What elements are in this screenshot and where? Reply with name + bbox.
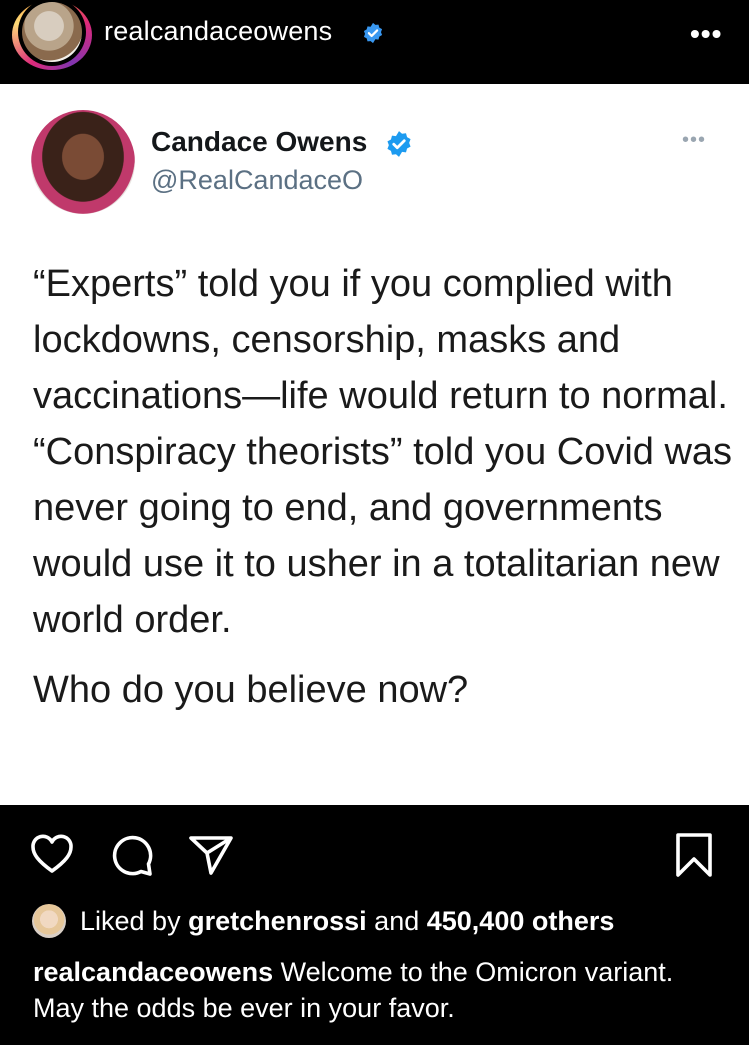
post-header: realcandaceowens ••• (0, 0, 749, 84)
tweet-display-name: Candace Owens (151, 126, 368, 157)
heart-icon[interactable] (28, 831, 76, 879)
likes-connector: and (374, 906, 420, 936)
tweet-more-icon: ••• (682, 129, 707, 151)
post-username[interactable]: realcandaceowens (104, 16, 332, 47)
liker-username[interactable]: gretchenrossi (188, 906, 367, 936)
likes-count[interactable]: 450,400 others (427, 906, 615, 936)
liker-avatar (32, 904, 66, 938)
action-bar (0, 805, 749, 895)
profile-avatar[interactable] (18, 0, 86, 66)
post-image: Candace Owens @RealCandaceO ••• “Experts… (0, 84, 749, 805)
verified-badge-icon (387, 131, 411, 157)
more-horizontal-icon[interactable]: ••• (690, 18, 722, 50)
post-caption: realcandaceowens Welcome to the Omicron … (33, 954, 723, 1026)
tweet-paragraph: Who do you believe now? (33, 669, 469, 711)
verified-badge-icon (363, 22, 383, 44)
tweet-handle: @RealCandaceO (151, 165, 364, 195)
tweet-avatar (31, 110, 135, 214)
comment-icon[interactable] (108, 831, 156, 879)
likes-text: Liked by gretchenrossi and 450,400 other… (80, 906, 614, 937)
likes-row[interactable]: Liked by gretchenrossi and 450,400 other… (30, 902, 730, 942)
bookmark-icon[interactable] (670, 831, 718, 879)
send-icon[interactable] (187, 831, 235, 879)
likes-prefix: Liked by (80, 906, 181, 936)
caption-username[interactable]: realcandaceowens (33, 957, 273, 987)
tweet-text: “Experts” told you if you complied with … (33, 256, 733, 718)
tweet-paragraph: “Experts” told you if you complied with … (33, 263, 728, 417)
tweet-paragraph: “Conspiracy theorists” told you Covid wa… (33, 431, 733, 641)
